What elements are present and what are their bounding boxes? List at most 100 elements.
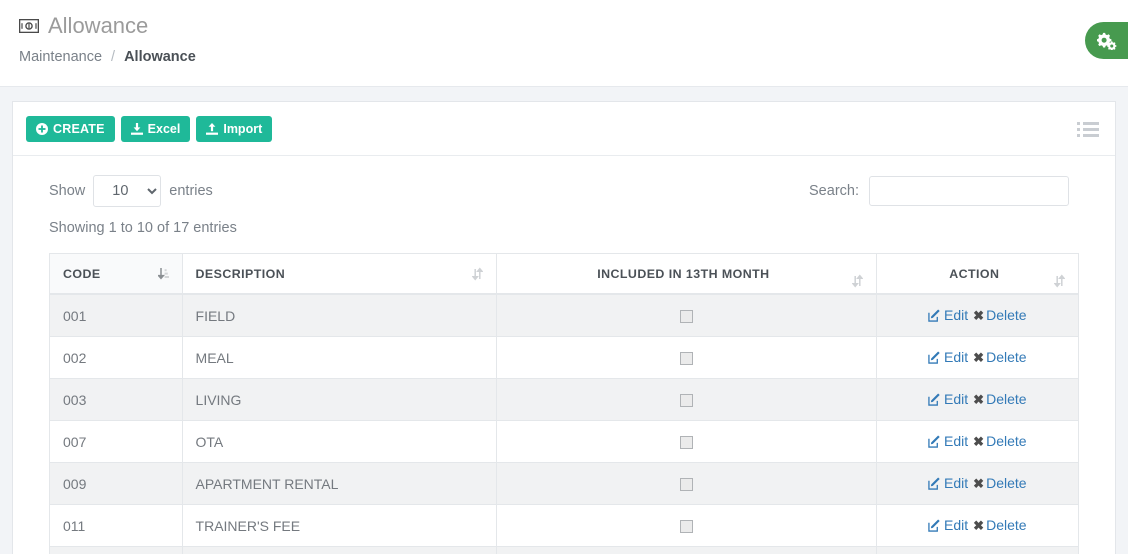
edit-link[interactable]: Edit [928, 391, 968, 407]
edit-link[interactable]: Edit [928, 349, 968, 365]
close-icon: ✖ [973, 518, 985, 533]
cell-included-in-13th-month [496, 546, 877, 554]
cell-description: HOUSING [181, 546, 498, 554]
list-row [1077, 127, 1099, 131]
cell-description: TRAINER'S FEE [181, 504, 498, 547]
table-row: 001 FIELD Edit ✖ Delete [49, 293, 1080, 337]
cell-code: 002 [49, 336, 183, 379]
cell-description: LIVING [181, 378, 498, 421]
search-input[interactable] [869, 176, 1069, 206]
edit-link[interactable]: Edit [928, 433, 968, 449]
import-button-label: Import [223, 122, 263, 136]
close-icon: ✖ [973, 434, 985, 449]
cell-action: Edit✖Delete [875, 546, 1080, 554]
cell-code: 007 [49, 420, 183, 463]
edit-link[interactable]: Edit [928, 475, 968, 491]
table-row: 003 LIVING Edit ✖ Delete [49, 378, 1080, 421]
settings-tab-button[interactable] [1085, 22, 1128, 59]
cell-description: MEAL [181, 336, 498, 379]
cell-included-in-13th-month [496, 462, 877, 505]
delete-link[interactable]: ✖ Delete [973, 517, 1026, 533]
content-area: CREATE Excel Import Show 10 entries Sear… [0, 86, 1128, 554]
table-row: 007 OTA Edit ✖ Delete [49, 420, 1080, 463]
gears-icon [1096, 32, 1117, 50]
close-icon: ✖ [973, 392, 985, 407]
included-checkbox[interactable] [679, 352, 693, 366]
cell-included-in-13th-month [496, 293, 877, 337]
page-length-control: Show 10 25 50 100 entries [49, 175, 213, 207]
cell-action: Edit ✖Delete [875, 378, 1080, 421]
breadcrumb-item-allowance: Allowance [124, 49, 196, 65]
list-row [1077, 121, 1099, 125]
delete-link[interactable]: ✖ Delete [973, 349, 1026, 365]
included-checkbox[interactable] [679, 436, 693, 450]
included-checkbox[interactable] [679, 478, 693, 492]
close-icon: ✖ [973, 308, 985, 323]
cell-included-in-13th-month [496, 378, 877, 421]
search-label: Search: [809, 183, 859, 199]
edit-link[interactable]: Edit [928, 307, 968, 323]
included-checkbox[interactable] [679, 520, 693, 534]
cell-code: 012 [49, 546, 183, 554]
breadcrumb-separator: / [111, 49, 116, 65]
allowance-table: CODE DESCRIPTION INCLUDED IN 13TH MONTH … [49, 253, 1080, 554]
toolbar-button-group: CREATE Excel Import [26, 116, 273, 142]
column-header-code-label: CODE [63, 267, 101, 281]
delete-link[interactable]: ✖ Delete [973, 307, 1026, 323]
cell-action: Edit ✖Delete [875, 462, 1080, 505]
allowance-card: CREATE Excel Import Show 10 entries Sear… [12, 101, 1116, 554]
create-button-label: CREATE [53, 122, 105, 136]
list-row [1077, 133, 1099, 137]
create-button[interactable]: CREATE [26, 116, 115, 142]
money-bill-icon [19, 19, 39, 33]
import-button[interactable]: Import [196, 116, 273, 142]
table-body: 001 FIELD Edit ✖ Delete 002 MEAL Edit ✖ Delete 003… [49, 293, 1080, 554]
card-toolbar: CREATE Excel Import [13, 102, 1115, 156]
included-checkbox[interactable] [679, 394, 693, 408]
cell-action: Edit ✖Delete [875, 420, 1080, 463]
excel-button[interactable]: Excel [120, 116, 191, 142]
delete-link[interactable]: ✖ Delete [973, 433, 1026, 449]
sort-none-icon [472, 267, 484, 281]
column-header-description-label: DESCRIPTION [195, 267, 286, 281]
search-control: Search: [809, 176, 1069, 206]
included-checkbox[interactable] [679, 310, 693, 324]
table-header-row: CODE DESCRIPTION INCLUDED IN 13TH MONTH … [49, 253, 1080, 295]
upload-icon [206, 122, 219, 136]
cell-action: Edit ✖Delete [875, 504, 1080, 547]
column-header-code[interactable]: CODE [49, 253, 183, 295]
delete-link[interactable]: ✖ Delete [973, 475, 1026, 491]
cell-description: FIELD [181, 293, 498, 337]
delete-link[interactable]: ✖ Delete [973, 391, 1026, 407]
page-length-select[interactable]: 10 25 50 100 [93, 175, 162, 207]
list-icon[interactable] [1075, 119, 1101, 140]
cell-description: OTA [181, 420, 498, 463]
sort-asc-icon [157, 267, 169, 281]
column-header-description[interactable]: DESCRIPTION [181, 253, 498, 295]
breadcrumb-item-maintenance[interactable]: Maintenance [19, 49, 102, 65]
page-title-text: Allowance [48, 13, 149, 38]
table-wrapper: CODE DESCRIPTION INCLUDED IN 13TH MONTH … [13, 236, 1115, 554]
download-icon [130, 122, 143, 136]
breadcrumb: Maintenance / Allowance [19, 49, 1128, 65]
datatable-info: Showing 1 to 10 of 17 entries [49, 220, 237, 236]
cell-code: 003 [49, 378, 183, 421]
excel-button-label: Excel [147, 122, 181, 136]
page-title: Allowance [19, 12, 1128, 40]
cell-included-in-13th-month [496, 420, 877, 463]
close-icon: ✖ [973, 350, 985, 365]
table-row: 009 APARTMENT RENTAL Edit ✖ Delete [49, 462, 1080, 505]
cell-code: 011 [49, 504, 183, 547]
show-label: Show [49, 183, 86, 199]
edit-link[interactable]: Edit [928, 517, 968, 533]
cell-code: 009 [49, 462, 183, 505]
cell-description: APARTMENT RENTAL [181, 462, 498, 505]
table-row: 002 MEAL Edit ✖ Delete [49, 336, 1080, 379]
cell-code: 001 [49, 293, 183, 337]
table-row: 012HOUSING Edit✖Delete [49, 546, 1080, 554]
column-header-action[interactable]: ACTION [875, 253, 1080, 295]
entries-label: entries [169, 183, 213, 199]
cell-action: Edit ✖Delete [875, 336, 1080, 379]
column-header-included-in-13th-month[interactable]: INCLUDED IN 13TH MONTH [496, 253, 877, 295]
table-head: CODE DESCRIPTION INCLUDED IN 13TH MONTH … [49, 253, 1080, 295]
